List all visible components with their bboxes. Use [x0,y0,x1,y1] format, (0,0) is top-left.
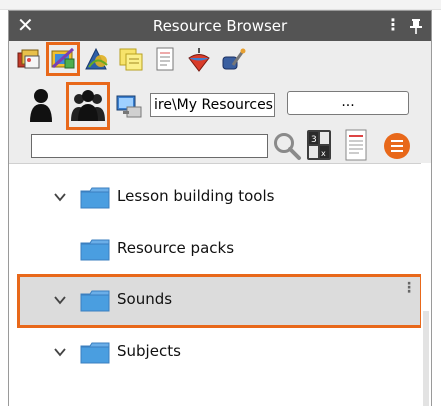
resources-icon [51,47,75,69]
row-menu-dots-icon[interactable]: ⋮ [402,280,416,296]
window-title: Resource Browser [152,17,288,35]
group-users-icon [71,90,105,121]
svg-text:3: 3 [311,135,317,145]
search-input[interactable] [31,134,268,158]
resource-tree: Lesson building tools Resource packs Sou… [9,163,431,406]
my-resources-tab[interactable] [46,42,80,76]
notes-tab[interactable] [117,45,145,73]
list-menu-icon[interactable] [383,132,411,160]
tree-row-label: Subjects [117,342,181,360]
chevron-down-icon[interactable] [53,190,67,204]
single-user-icon[interactable] [29,87,53,123]
svg-text:x: x [321,149,326,158]
spinning-top-icon [188,48,210,72]
gallery-icon [17,49,40,69]
search-icon[interactable] [272,131,302,161]
spinner-tab[interactable] [185,45,213,73]
tools-icon [222,48,246,70]
folder-icon [80,342,110,364]
top-strip [0,0,441,10]
vertical-dots-icon[interactable]: ⋮ [385,15,401,34]
tree-row-label: Sounds [117,290,173,308]
tab-bar [15,42,247,77]
folder-icon [80,239,110,261]
resource-browser-panel: ✕ Resource Browser ⋮ ire\My Resources ..… [8,10,432,406]
document-list-icon[interactable] [344,129,368,161]
tree-row-sounds[interactable]: Sounds ⋮ [17,274,423,328]
folder-icon [80,187,110,209]
resource-path-field[interactable]: ire\My Resources [150,93,275,117]
pages-icon [156,47,174,71]
folder-icon [80,290,110,312]
sticky-notes-icon [119,48,143,71]
shapes-icon [85,47,108,70]
tree-scrollbar[interactable] [421,163,431,406]
tree-row-label: Resource packs [117,239,235,257]
title-bar: ✕ Resource Browser ⋮ [9,11,431,41]
tree-row-resource-packs[interactable]: Resource packs [9,224,421,276]
tree-row-lesson-building-tools[interactable]: Lesson building tools [9,172,421,224]
shapes-tab[interactable] [83,45,111,73]
browse-button[interactable]: ... [287,91,409,115]
scroll-thumb[interactable] [423,311,429,406]
chevron-down-icon[interactable] [53,345,67,359]
pin-icon[interactable] [409,18,423,34]
calculator-icon[interactable]: 3 x [306,129,332,161]
chevron-down-icon[interactable] [53,293,67,307]
tree-row-subjects[interactable]: Subjects [9,327,421,379]
tools-tab[interactable] [219,45,247,73]
computer-icon[interactable] [115,93,143,121]
gallery-tab[interactable] [15,45,43,73]
group-users-button[interactable] [66,82,110,130]
tree-row-label: Lesson building tools [117,187,275,205]
pages-tab[interactable] [151,45,179,73]
